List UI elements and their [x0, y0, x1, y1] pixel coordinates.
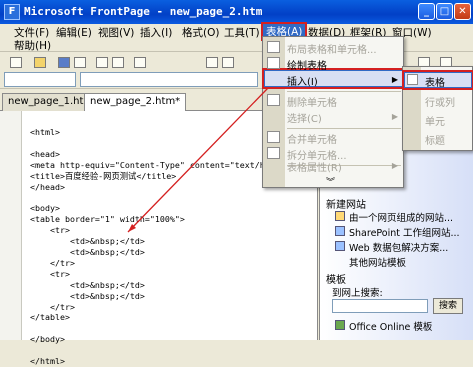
table-menu: 布局表格和单元格... 绘制表格 插入(I) ▶ 删除单元格 选择(C) ▶ 合…: [262, 36, 405, 188]
menu-format[interactable]: 格式(O): [182, 25, 219, 40]
code-line[interactable]: <html>: [30, 127, 300, 138]
draw-table-icon: [267, 57, 280, 69]
code-line[interactable]: [30, 323, 300, 334]
code-line[interactable]: <td>&nbsp;</td>: [30, 291, 300, 302]
table-icon: [407, 74, 418, 85]
submenu-arrow-icon: ▶: [391, 161, 398, 170]
print-icon[interactable]: [96, 57, 108, 68]
title-bar: F Microsoft FrontPage - new_page_2.htm _…: [0, 0, 473, 24]
merge-cells-icon: [267, 131, 280, 143]
delete-cells-icon: [267, 94, 280, 106]
submenu-table[interactable]: 表格: [425, 74, 445, 89]
menu-help[interactable]: 帮助(H): [14, 38, 51, 53]
menu-edit[interactable]: 编辑(E): [56, 25, 92, 40]
minimize-button[interactable]: _: [418, 3, 435, 20]
frontpage-app-icon[interactable]: F: [4, 4, 20, 20]
submenu-cell[interactable]: 单元: [425, 113, 445, 128]
code-line[interactable]: <td>&nbsp;</td>: [30, 247, 300, 258]
cut-icon[interactable]: [206, 57, 218, 68]
code-line[interactable]: <td>&nbsp;</td>: [30, 280, 300, 291]
template-search-input[interactable]: [332, 299, 428, 313]
code-line[interactable]: <tr>: [30, 269, 300, 280]
search-online-label: 到网上搜索:: [332, 288, 383, 299]
submenu-caption[interactable]: 标题: [425, 132, 445, 147]
preview-icon[interactable]: [112, 57, 124, 68]
code-line[interactable]: <td>&nbsp;</td>: [30, 236, 300, 247]
insert-submenu: 表格 行或列 单元 标题: [402, 66, 473, 151]
menu-merge-cells[interactable]: 合并单元格: [287, 131, 337, 146]
code-line[interactable]: </head>: [30, 182, 300, 193]
menu-view[interactable]: 视图(V): [98, 25, 134, 40]
submenu-rows-columns[interactable]: 行或列: [425, 94, 455, 109]
editor-gutter: [0, 111, 22, 340]
code-line[interactable]: <title>百度经验-网页测试</title>: [30, 171, 300, 182]
maximize-button[interactable]: □: [436, 3, 453, 20]
one-page-site-link[interactable]: 由一个网页组成的网站...: [349, 210, 453, 224]
code-line[interactable]: </table>: [30, 312, 300, 323]
code-line[interactable]: <head>: [30, 149, 300, 160]
code-line[interactable]: </tr>: [30, 258, 300, 269]
code-line[interactable]: [30, 138, 300, 149]
menu-delete-cells[interactable]: 删除单元格: [287, 94, 337, 109]
submenu-arrow-icon: ▶: [391, 112, 398, 121]
code-line[interactable]: <meta http-equiv="Content-Type" content=…: [30, 160, 300, 171]
template-search-button[interactable]: 搜索: [433, 298, 463, 314]
open-folder-icon[interactable]: [34, 57, 46, 68]
expand-menu-chevron-icon[interactable]: ︾: [326, 175, 335, 188]
code-line[interactable]: <body>: [30, 203, 300, 214]
menu-select[interactable]: 选择(C): [287, 110, 322, 125]
layout-table-icon: [267, 41, 280, 53]
code-line[interactable]: [30, 345, 300, 356]
code-line[interactable]: [30, 192, 300, 203]
code-line[interactable]: <table border="1" width="100%">: [30, 214, 300, 225]
menu-layout-tables[interactable]: 布局表格和单元格...: [287, 41, 377, 56]
copy-icon[interactable]: [222, 57, 234, 68]
sharepoint-site-link[interactable]: SharePoint 工作组网站...: [349, 225, 460, 239]
menu-tools[interactable]: 工具(T): [224, 25, 260, 40]
web-page-icon: [335, 211, 345, 221]
sharepoint-icon: [335, 226, 345, 236]
spelling-icon[interactable]: [134, 57, 146, 68]
window-title: Microsoft FrontPage - new_page_2.htm: [24, 5, 263, 18]
style-dropdown[interactable]: [4, 72, 76, 87]
split-cells-icon: [267, 147, 280, 159]
more-templates-link[interactable]: 其他网站模板: [349, 255, 406, 269]
menu-insert[interactable]: 插入(I): [140, 25, 172, 40]
templates-header: 模板: [326, 275, 346, 286]
code-line[interactable]: <tr>: [30, 225, 300, 236]
publish-icon[interactable]: [74, 57, 86, 68]
save-icon[interactable]: [58, 57, 70, 68]
code-line[interactable]: </html>: [30, 356, 300, 367]
menu-insert-table[interactable]: 插入(I): [287, 73, 318, 88]
new-page-icon[interactable]: [10, 57, 22, 68]
office-online-link[interactable]: Office Online 模板: [349, 319, 432, 333]
menu-draw-table[interactable]: 绘制表格: [287, 57, 327, 72]
submenu-arrow-icon: ▶: [391, 75, 398, 84]
menu-table-properties[interactable]: 表格属性(R): [287, 159, 342, 174]
insert-highlight: [262, 68, 405, 89]
close-button[interactable]: ✕: [454, 3, 471, 20]
new-site-header: 新建网站: [326, 200, 366, 211]
web-package-link[interactable]: Web 数据包解决方案...: [349, 240, 448, 254]
html-source[interactable]: <html> <head> <meta http-equiv="Content-T…: [30, 127, 300, 367]
office-online-icon: [335, 320, 345, 330]
web-package-icon: [335, 241, 345, 251]
code-line[interactable]: </tr>: [30, 302, 300, 313]
tab-new-page-2[interactable]: new_page_2.htm*: [84, 93, 187, 111]
font-dropdown[interactable]: [80, 72, 258, 87]
